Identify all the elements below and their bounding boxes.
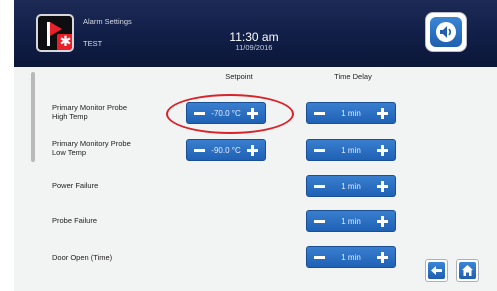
time-delay-value: 1 min	[341, 182, 361, 191]
row-label-primary-high-temp: Primary Monitor Probe High Temp	[52, 103, 162, 121]
setpoint-value: -90.0 °C	[211, 146, 241, 155]
row-label-line: Door Open (Time)	[52, 253, 113, 262]
home-icon	[459, 262, 476, 279]
time-delay-stepper-low-temp[interactable]: 1 min	[306, 139, 396, 161]
time-delay-value: 1 min	[341, 253, 361, 262]
plus-icon[interactable]	[381, 252, 384, 263]
plus-icon[interactable]	[381, 108, 384, 119]
minus-icon[interactable]	[314, 256, 325, 259]
row-label-line: Power Failure	[52, 181, 99, 190]
page-title: Alarm Settings	[83, 17, 132, 26]
plus-icon[interactable]	[381, 216, 384, 227]
clock-time: 11:30 am	[229, 30, 279, 44]
minus-icon[interactable]	[314, 149, 325, 152]
sound-button[interactable]	[425, 12, 467, 52]
time-delay-stepper-door-open[interactable]: 1 min	[306, 246, 396, 268]
alarm-flag-snowflake-icon[interactable]: ✱	[36, 14, 74, 52]
page-subtitle: TEST	[83, 39, 103, 48]
row-label-line: Primary Monitor Probe	[52, 103, 128, 112]
home-button[interactable]	[456, 259, 479, 282]
speaker-icon	[430, 17, 462, 47]
time-delay-value: 1 min	[341, 109, 361, 118]
minus-icon[interactable]	[314, 112, 325, 115]
time-delay-stepper-probe-failure[interactable]: 1 min	[306, 210, 396, 232]
time-delay-value: 1 min	[341, 217, 361, 226]
row-label-power-failure: Power Failure	[52, 181, 162, 190]
row-label-line: Probe Failure	[52, 216, 98, 225]
highlight-ellipse	[166, 94, 294, 134]
plus-icon[interactable]	[251, 145, 254, 156]
time-delay-stepper-high-temp[interactable]: 1 min	[306, 102, 396, 124]
row-label-door-open: Door Open (Time)	[52, 253, 162, 262]
header-bar: ✱ Alarm Settings TEST 11:30 am 11/09/201…	[14, 0, 497, 67]
row-label-line: Primary Monitory Probe	[52, 139, 131, 148]
plus-icon[interactable]	[381, 181, 384, 192]
snowflake-icon: ✱	[57, 34, 72, 50]
back-button[interactable]	[425, 259, 448, 282]
minus-icon[interactable]	[314, 185, 325, 188]
plus-icon[interactable]	[381, 145, 384, 156]
minus-icon[interactable]	[194, 149, 205, 152]
time-delay-stepper-power-failure[interactable]: 1 min	[306, 175, 396, 197]
setpoint-stepper-low-temp[interactable]: -90.0 °C	[186, 139, 266, 161]
row-label-line: Low Temp	[52, 148, 87, 157]
row-label-probe-failure: Probe Failure	[52, 216, 162, 225]
column-header-time-delay: Time Delay	[334, 72, 372, 81]
row-label-primary-low-temp: Primary Monitory Probe Low Temp	[52, 139, 162, 157]
scrollbar[interactable]	[31, 72, 35, 162]
time-delay-value: 1 min	[341, 146, 361, 155]
minus-icon[interactable]	[314, 220, 325, 223]
clock-date: 11/09/2016	[235, 43, 273, 52]
column-header-setpoint: Setpoint	[225, 72, 253, 81]
row-label-line: High Temp	[52, 112, 88, 121]
back-arrow-icon	[428, 262, 445, 279]
alarm-settings-screen: ✱ Alarm Settings TEST 11:30 am 11/09/201…	[14, 0, 497, 291]
